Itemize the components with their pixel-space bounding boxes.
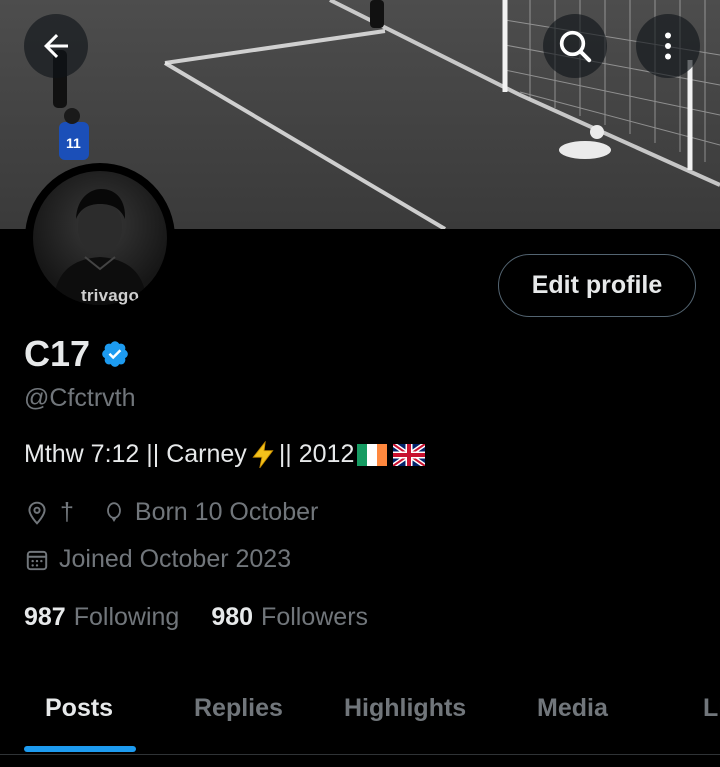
tab-highlights[interactable]: Highlights [344,694,466,723]
more-vertical-icon [665,32,671,60]
ireland-flag-icon [357,443,388,466]
active-tab-indicator [24,746,136,752]
more-options-button[interactable] [636,14,700,78]
display-name: C17 [24,333,91,374]
followers-label: Followers [261,603,369,631]
tabs-divider [0,754,720,755]
joined-text: Joined October 2023 [59,545,292,573]
tab-likes[interactable]: Li [703,694,720,723]
verified-badge-icon[interactable] [100,339,130,369]
lightning-emoji-icon [250,440,276,469]
avatar-image [33,171,167,305]
search-button[interactable] [543,14,607,78]
profile-tabs: Posts Replies Highlights Media Li [0,670,720,754]
birthday-text: Born 10 October [134,498,319,526]
uk-flag-icon [393,443,426,466]
following-label: Following [73,603,180,631]
edit-profile-button[interactable]: Edit profile [498,254,696,317]
tab-posts[interactable]: Posts [45,694,113,723]
handle: @Cfctrvth [24,384,136,412]
followers-link[interactable]: 980 Followers [211,603,368,632]
bio-text-end: || 2012 [278,440,355,468]
bio: Mthw 7:12 || Carney || 2012 [24,440,428,469]
following-count: 987 [24,603,66,631]
followers-count: 980 [211,603,254,631]
back-button[interactable] [24,14,88,78]
svg-text:11: 11 [66,135,81,151]
bio-text-start: Mthw 7:12 || Carney [24,440,247,468]
tab-replies[interactable]: Replies [194,694,283,723]
search-icon [559,30,592,63]
profile-meta-row: † Born 10 October [24,498,318,527]
location-pin-icon [28,501,46,525]
joined-row: Joined October 2023 [24,545,291,574]
avatar[interactable]: trivago [25,163,175,313]
arrow-left-icon [44,34,68,58]
follow-stats: 987 Following 980 Followers [24,603,368,632]
location-text: † [60,498,74,526]
calendar-icon [26,550,48,570]
name-row: C17 [24,333,130,375]
tab-media[interactable]: Media [537,694,608,723]
following-link[interactable]: 987 Following [24,603,179,632]
avatar-shirt-text: trivago [81,286,140,305]
balloon-icon [107,501,121,522]
